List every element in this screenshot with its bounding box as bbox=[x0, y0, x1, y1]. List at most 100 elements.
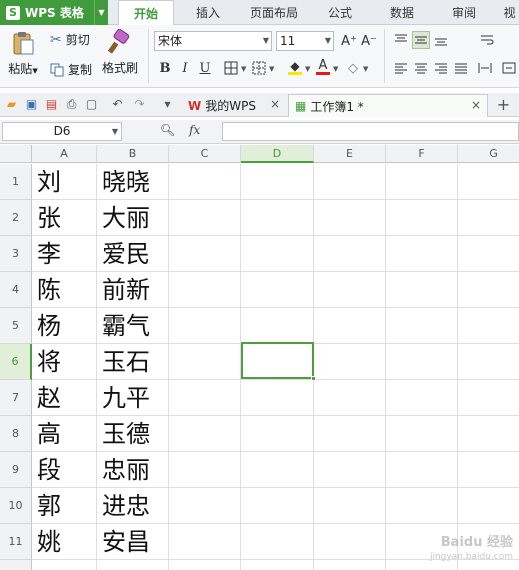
save-icon[interactable]: ▣ bbox=[24, 97, 39, 112]
cell-a3[interactable]: 李 bbox=[37, 236, 61, 272]
cell-b6[interactable]: 玉石 bbox=[102, 344, 150, 380]
print-preview-icon[interactable]: ▢ bbox=[84, 97, 99, 112]
clear-format-button[interactable]: ◇ bbox=[344, 59, 362, 77]
row-header[interactable]: 3 bbox=[0, 236, 32, 272]
fill-handle[interactable] bbox=[311, 376, 316, 381]
row-header[interactable]: 11 bbox=[0, 524, 32, 560]
redo-icon[interactable]: ↷ bbox=[132, 97, 147, 112]
menu-tab-formulas[interactable]: 公式 bbox=[318, 0, 362, 25]
fill-color-button[interactable]: ◆ bbox=[286, 58, 304, 76]
cell-b4[interactable]: 前新 bbox=[102, 272, 150, 308]
copy-button[interactable]: 复制 bbox=[50, 61, 92, 78]
align-center-button[interactable] bbox=[412, 59, 430, 77]
align-top-button[interactable] bbox=[392, 31, 410, 49]
menu-tab-view[interactable]: 视 bbox=[500, 0, 519, 25]
formula-input[interactable] bbox=[222, 122, 519, 141]
column-header-e[interactable]: E bbox=[314, 145, 386, 163]
distributed-button[interactable] bbox=[476, 59, 494, 77]
folder-open-icon[interactable]: ▰ bbox=[4, 97, 19, 112]
row-header[interactable]: 9 bbox=[0, 452, 32, 488]
row-header[interactable]: 10 bbox=[0, 488, 32, 524]
select-all-corner[interactable] bbox=[0, 145, 32, 163]
row-header[interactable]: 5 bbox=[0, 308, 32, 344]
zoom-search-icon[interactable]: 🔍︎ bbox=[160, 123, 175, 137]
export-pdf-icon[interactable]: ▤ bbox=[44, 97, 59, 112]
bold-button[interactable]: B bbox=[156, 59, 174, 77]
column-header-g[interactable]: G bbox=[458, 145, 519, 163]
app-menu-button[interactable]: S WPS 表格 ▼ bbox=[0, 0, 108, 25]
undo-icon[interactable]: ↶ bbox=[110, 97, 125, 112]
cell-fill-button[interactable] bbox=[250, 59, 268, 77]
customize-toolbar-icon[interactable]: ▾ bbox=[160, 97, 175, 112]
chevron-down-icon[interactable]: ▼ bbox=[94, 0, 108, 25]
column-header-b[interactable]: B bbox=[97, 145, 169, 163]
menu-tab-review[interactable]: 审阅 bbox=[442, 0, 486, 25]
column-header-c[interactable]: C bbox=[169, 145, 241, 163]
cell-b2[interactable]: 大丽 bbox=[102, 200, 150, 236]
chevron-down-icon[interactable]: ▼ bbox=[112, 123, 118, 140]
new-tab-icon[interactable]: + bbox=[496, 97, 511, 113]
close-icon[interactable]: × bbox=[270, 97, 280, 111]
cell-b5[interactable]: 霸气 bbox=[102, 308, 150, 344]
chevron-down-icon[interactable]: ▼ bbox=[241, 65, 246, 73]
row-header[interactable]: 6 bbox=[0, 344, 32, 380]
italic-button[interactable]: I bbox=[176, 59, 194, 77]
merge-cells-button[interactable] bbox=[500, 59, 518, 77]
row-header[interactable]: 7 bbox=[0, 380, 32, 416]
chevron-down-icon[interactable]: ▼ bbox=[305, 65, 310, 73]
cell-b7[interactable]: 九平 bbox=[102, 380, 150, 416]
cell-a1[interactable]: 刘 bbox=[37, 164, 61, 200]
paste-button[interactable]: 粘贴▼ bbox=[6, 30, 40, 82]
chevron-down-icon[interactable]: ▼ bbox=[32, 67, 37, 75]
chevron-down-icon[interactable]: ▼ bbox=[363, 65, 368, 73]
tab-workbook[interactable]: ▦ 工作簿1 * × bbox=[288, 94, 488, 117]
align-left-button[interactable] bbox=[392, 59, 410, 77]
cut-button[interactable]: ✂ 剪切 bbox=[50, 31, 90, 48]
cell-a9[interactable]: 段 bbox=[37, 452, 61, 488]
format-painter-button[interactable]: 格式刷 bbox=[100, 29, 140, 81]
spreadsheet-grid[interactable]: A B C D E F G 1 刘 晓晓 2 张 大丽 3 李 爱民 4 陈 前新 5 杨 霸气 6 将 玉石 7 赵 九平 8 高 玉德 9… bbox=[0, 145, 519, 570]
cell-a4[interactable]: 陈 bbox=[37, 272, 61, 308]
name-box[interactable]: D6 ▼ bbox=[2, 122, 122, 141]
font-size-select[interactable]: 11 ▼ bbox=[276, 31, 334, 51]
cell-a2[interactable]: 张 bbox=[37, 200, 61, 236]
tab-my-wps[interactable]: W 我的WPS × bbox=[182, 94, 286, 117]
justify-button[interactable] bbox=[452, 59, 470, 77]
cell-b8[interactable]: 玉德 bbox=[102, 416, 150, 452]
underline-button[interactable]: U bbox=[196, 59, 214, 77]
close-icon[interactable]: × bbox=[471, 98, 481, 112]
font-color-button[interactable]: A bbox=[314, 58, 332, 76]
active-cell-d6[interactable] bbox=[241, 342, 316, 381]
cell-b10[interactable]: 进忠 bbox=[102, 488, 150, 524]
menu-tab-home[interactable]: 开始 bbox=[118, 0, 174, 26]
menu-tab-data[interactable]: 数据 bbox=[380, 0, 424, 25]
cell-b11[interactable]: 安昌 bbox=[102, 524, 150, 560]
cell-a11[interactable]: 姚 bbox=[37, 524, 61, 560]
grow-font-button[interactable]: A⁺ bbox=[340, 32, 358, 50]
align-right-button[interactable] bbox=[432, 59, 450, 77]
align-middle-button[interactable] bbox=[412, 31, 430, 49]
cell-b3[interactable]: 爱民 bbox=[102, 236, 150, 272]
row-header[interactable]: 8 bbox=[0, 416, 32, 452]
cell-a10[interactable]: 郭 bbox=[37, 488, 61, 524]
menu-tab-insert[interactable]: 插入 bbox=[186, 0, 230, 25]
function-icon[interactable]: fx bbox=[189, 123, 200, 137]
shrink-font-button[interactable]: A⁻ bbox=[360, 32, 378, 50]
cell-a5[interactable]: 杨 bbox=[37, 308, 61, 344]
cell-a6[interactable]: 将 bbox=[37, 344, 61, 380]
cell-a7[interactable]: 赵 bbox=[37, 380, 61, 416]
cell-a8[interactable]: 高 bbox=[37, 416, 61, 452]
row-header[interactable]: 4 bbox=[0, 272, 32, 308]
row-header[interactable]: 2 bbox=[0, 200, 32, 236]
chevron-down-icon[interactable]: ▼ bbox=[269, 65, 274, 73]
menu-tab-page-layout[interactable]: 页面布局 bbox=[242, 0, 306, 25]
cell-b9[interactable]: 忠丽 bbox=[102, 452, 150, 488]
borders-button[interactable] bbox=[222, 59, 240, 77]
print-icon[interactable]: ⎙ bbox=[64, 97, 79, 112]
align-bottom-button[interactable] bbox=[432, 31, 450, 49]
cell-b1[interactable]: 晓晓 bbox=[102, 164, 150, 200]
column-header-f[interactable]: F bbox=[386, 145, 458, 163]
column-header-d[interactable]: D bbox=[241, 145, 314, 163]
row-header[interactable]: 1 bbox=[0, 164, 32, 200]
font-name-select[interactable]: 宋体 ▼ bbox=[154, 31, 272, 51]
